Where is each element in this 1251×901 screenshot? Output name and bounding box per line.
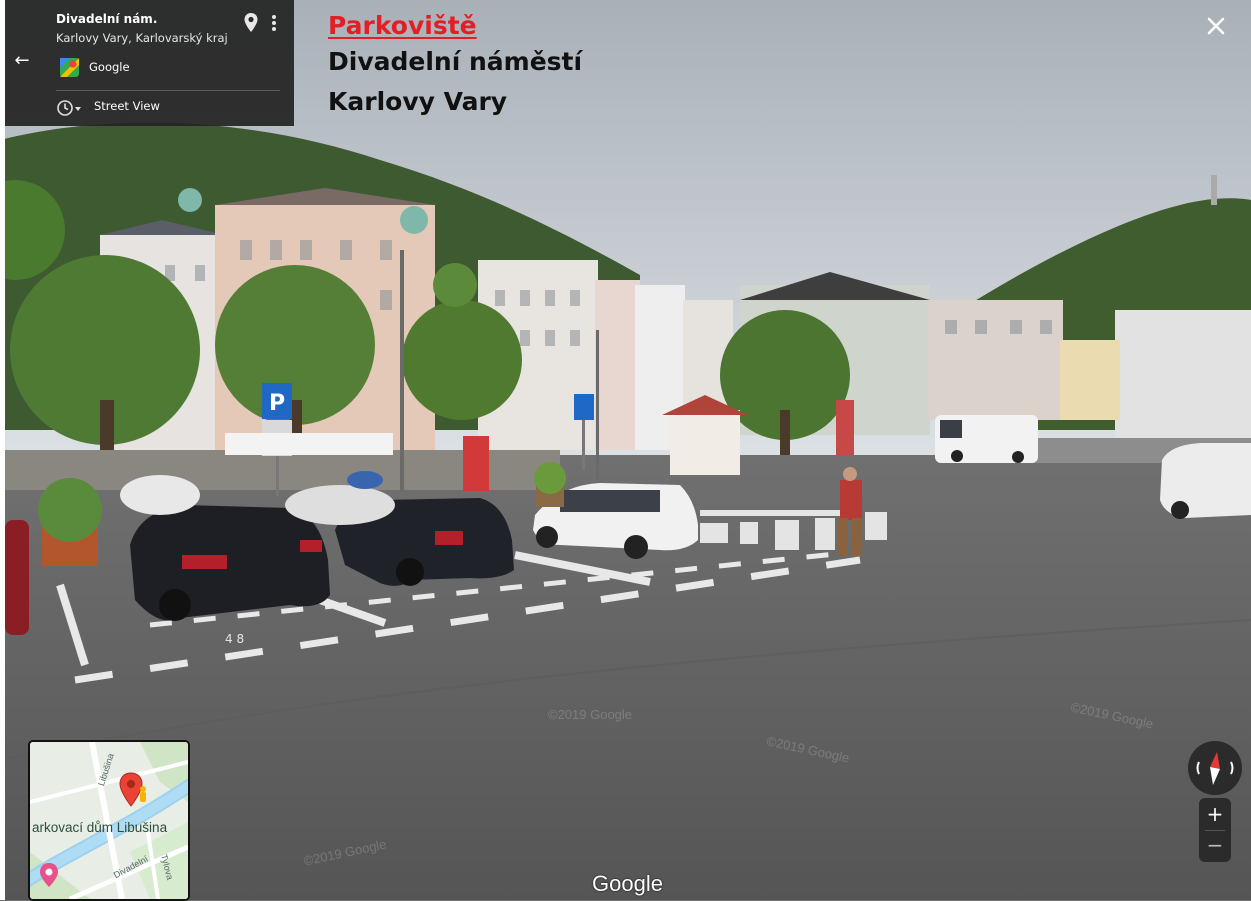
black-car-left (130, 505, 330, 621)
tower (1211, 175, 1217, 205)
google-logo: Google (592, 871, 663, 896)
zoom-in-button[interactable]: + (1199, 798, 1231, 830)
google-maps-icon (60, 58, 79, 77)
close-icon[interactable] (1200, 10, 1232, 42)
location-info-card: ← Divadelní nám. Karlovy Vary, Karlovars… (5, 0, 294, 126)
zoom-out-button[interactable]: − (1199, 830, 1231, 862)
map-place-label: arkovací dům Libušina (32, 820, 168, 835)
white-van (935, 415, 1038, 463)
clock-history-icon (57, 100, 81, 116)
place-title: Divadelní nám. (56, 12, 158, 26)
street-view-history-button[interactable]: Street View (56, 96, 276, 118)
google-maps-link[interactable]: Google (56, 56, 256, 78)
building-modern (1115, 310, 1251, 440)
compass-icon[interactable] (1187, 740, 1243, 796)
overlay-label: Parkoviště (328, 11, 477, 40)
copyright-watermark: ©2019 Google (548, 707, 633, 722)
zoom-controls: + − (1199, 798, 1231, 862)
card-divider (56, 90, 280, 91)
map-location-pin-icon (119, 772, 146, 807)
street-view-label: Street View (94, 99, 160, 113)
overlay-heading: Parkoviště Divadelní náměstí Karlovy Var… (328, 10, 582, 122)
red-car-edge (5, 520, 29, 635)
parking-sign-letter: P (269, 391, 285, 416)
place-subtitle: Karlovy Vary, Karlovarský kraj (56, 31, 228, 45)
building-right (928, 300, 1063, 420)
overlay-place-name: Divadelní náměstí (328, 47, 583, 76)
overlay-city: Karlovy Vary (328, 87, 508, 116)
back-arrow-icon[interactable]: ← (11, 50, 33, 72)
frame-left-border (0, 0, 5, 900)
location-pin-icon[interactable] (243, 12, 259, 34)
more-options-icon[interactable] (267, 12, 281, 34)
provider-label: Google (89, 60, 130, 74)
kiosk (670, 410, 740, 475)
map-poi-marker-icon (40, 863, 58, 887)
white-van-right (1160, 443, 1251, 519)
minimap[interactable]: Libušina arkovací dům Libušina Divadelní… (28, 740, 190, 901)
parking-number: 4 8 (225, 632, 244, 646)
